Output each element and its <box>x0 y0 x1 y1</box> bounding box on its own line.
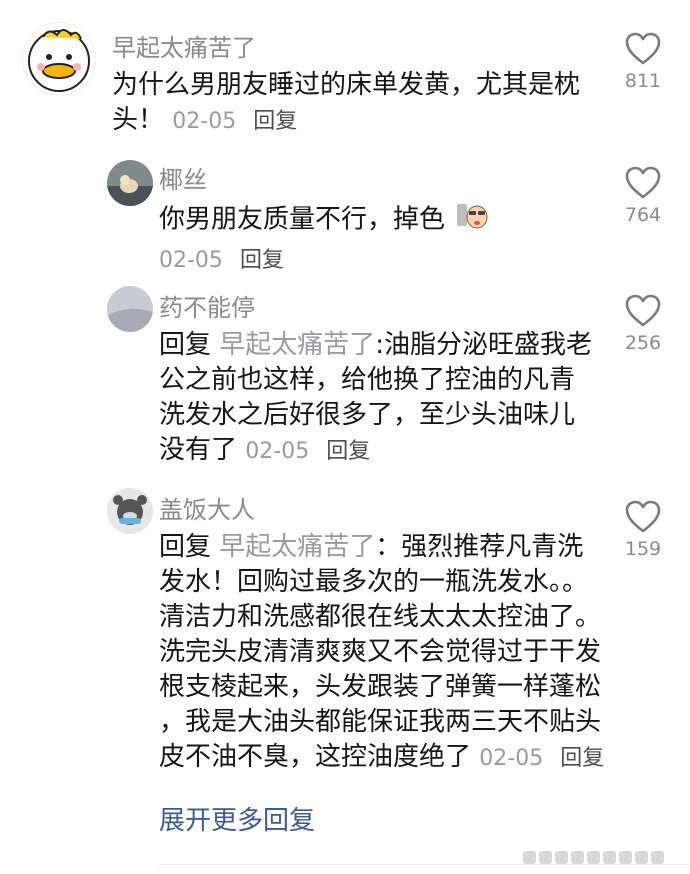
comment-line: 发水！回购过最多次的一瓶洗发水。。 <box>159 567 589 597</box>
heart-icon <box>625 166 661 199</box>
heart-icon <box>625 294 661 327</box>
comment-line-text: 没有了 <box>159 435 238 465</box>
comment-line-last: 皮不油不臭，这控油度绝了 02-05 回复 <box>159 740 609 776</box>
comment-line: 清洁力和洗感都很在线太太太控油了。 <box>159 602 602 632</box>
heart-icon <box>625 32 661 65</box>
comment-text: 回复 早起太痛苦了：强烈推荐凡青洗 发水！回购过最多次的一瓶洗发水。。 清洁力和… <box>159 530 609 776</box>
reply-prefix: 回复 <box>159 330 220 360</box>
comment-meta: 02-05 回复 <box>159 243 599 278</box>
like-button[interactable]: 811 <box>613 32 673 92</box>
comment-date: 02-05 <box>479 746 544 771</box>
comment-line: 公之前也这样，给他换了控油的凡青 <box>159 365 576 395</box>
comment-line: 洗完头皮清清爽爽又不会觉得过于干发 <box>159 637 602 667</box>
reply-button[interactable]: 回复 <box>326 439 370 464</box>
reply-prefix: 回复 <box>159 532 220 562</box>
watermark <box>523 848 673 866</box>
comment-text: 回复 早起太痛苦了:油脂分泌旺盛我老 公之前也这样，给他换了控油的凡青 洗发水之… <box>159 328 599 469</box>
sticker-emoji-icon <box>455 200 489 240</box>
like-button[interactable]: 159 <box>613 500 673 560</box>
comment-line: 洗发水之后好很多了，至少头油味儿 <box>159 400 576 430</box>
dog-avatar[interactable] <box>107 160 153 206</box>
comment-line-text: :油脂分泌旺盛我老 <box>375 330 593 360</box>
comment-author[interactable]: 椰丝 <box>159 160 207 195</box>
comment-meta: 02-05 回复 <box>172 109 297 134</box>
comment-line: 根支棱起来，头发跟装了弹簧一样蓬松 <box>159 672 602 702</box>
comment-line-last: 没有了 02-05 回复 <box>159 433 599 469</box>
comment-line: 回复 早起太痛苦了:油脂分泌旺盛我老 <box>159 328 599 363</box>
like-count: 159 <box>624 538 662 560</box>
reply-button[interactable]: 回复 <box>240 248 284 273</box>
comment-text: 为什么男朋友睡过的床单发黄，尤其是枕 头！ 02-05 回复 <box>112 68 592 139</box>
expand-more-replies-button[interactable]: 展开更多回复 <box>159 800 315 837</box>
reply-target-user[interactable]: 早起太痛苦了 <box>219 532 375 562</box>
comment-meta: 02-05 回复 <box>479 746 604 771</box>
reply-button[interactable]: 回复 <box>253 109 297 134</box>
comment-date: 02-05 <box>172 109 237 134</box>
comment-line: 你男朋友质量不行，掉色 <box>159 200 599 240</box>
comment-line: 回复 早起太痛苦了：强烈推荐凡青洗 <box>159 530 609 565</box>
comment-line: 头！ <box>112 105 165 135</box>
comment-line-text: 你男朋友质量不行，掉色 <box>159 204 446 235</box>
gray-avatar[interactable] <box>107 286 153 332</box>
comment-meta: 02-05 回复 <box>245 439 370 464</box>
duck-avatar[interactable] <box>22 22 96 96</box>
like-button[interactable]: 256 <box>613 294 673 354</box>
comment-line: 为什么男朋友睡过的床单发黄，尤其是枕 <box>112 70 581 100</box>
reply-button[interactable]: 回复 <box>560 746 604 771</box>
comment-line-last: 头！ 02-05 回复 <box>112 103 592 139</box>
comment-text: 你男朋友质量不行，掉色 02-05 回复 <box>159 200 599 278</box>
comment-line: ，我是大油头都能保证我两三天不贴头 <box>159 707 602 737</box>
comment-line-text: ：强烈推荐凡青洗 <box>375 532 584 562</box>
comment-author[interactable]: 盖饭大人 <box>159 490 255 525</box>
reply-target-user[interactable]: 早起太痛苦了 <box>219 330 375 360</box>
like-count: 764 <box>624 204 662 226</box>
heart-icon <box>625 500 661 533</box>
like-count: 256 <box>624 332 662 354</box>
like-count: 811 <box>624 70 662 92</box>
like-button[interactable]: 764 <box>613 166 673 226</box>
comment-line-text: 皮不油不臭，这控油度绝了 <box>159 742 472 772</box>
cartoon-avatar[interactable] <box>107 488 153 534</box>
comment-date: 02-05 <box>245 439 310 464</box>
comment-author[interactable]: 药不能停 <box>159 288 255 323</box>
comment-author[interactable]: 早起太痛苦了 <box>112 28 256 63</box>
comment-date: 02-05 <box>159 248 223 273</box>
